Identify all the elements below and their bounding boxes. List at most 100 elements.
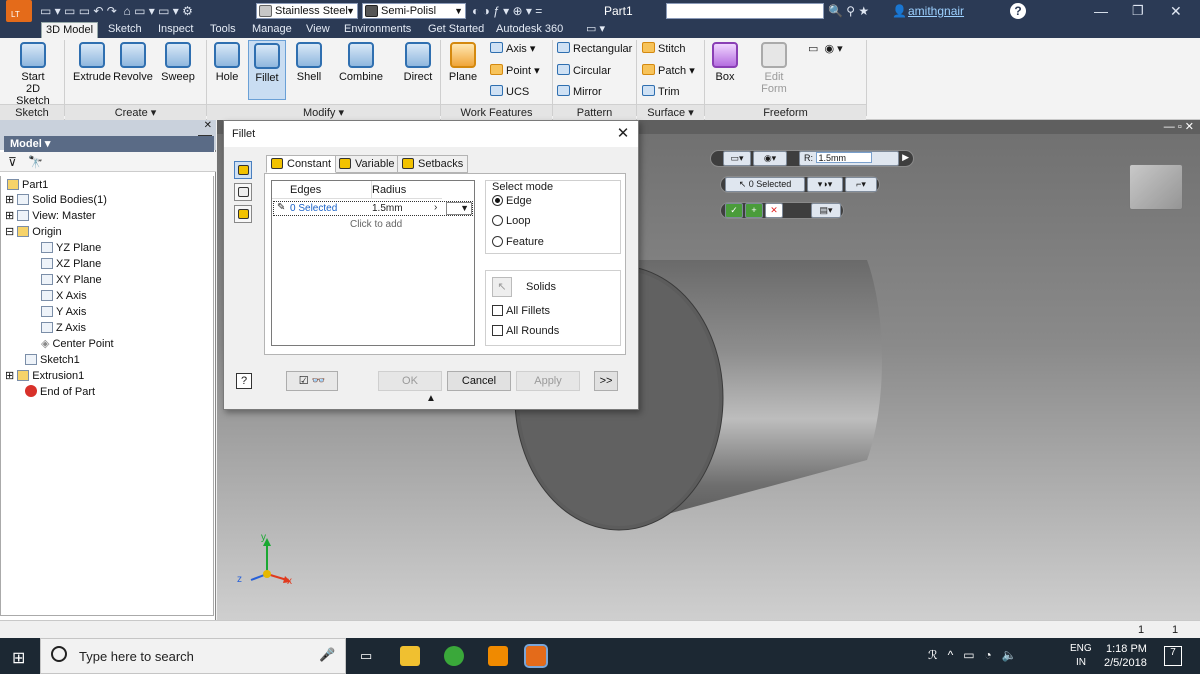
clock-time[interactable]: 1:18 PM (1106, 643, 1147, 655)
tree-item-sketch1[interactable]: Sketch1 (25, 353, 80, 368)
expand-arrow-icon[interactable]: › (434, 202, 437, 213)
tree-item-y-axis[interactable]: Y Axis (41, 305, 86, 320)
ok-button[interactable]: OK (378, 371, 442, 391)
tree-item-yz-plane[interactable]: YZ Plane (41, 241, 101, 256)
tree-item-origin[interactable]: ⊟ Origin (5, 225, 62, 240)
patch-button[interactable]: Patch ▾ (642, 64, 695, 78)
find-icon[interactable]: 🔭 (28, 155, 43, 169)
mode-loop-radio[interactable]: Loop (492, 215, 530, 227)
fillet-button[interactable]: Fillet (248, 40, 286, 100)
point-button[interactable]: Point ▾ (490, 64, 540, 78)
tree-item-end-of-part[interactable]: End of Part (25, 385, 95, 400)
trim-button[interactable]: Trim (642, 85, 680, 99)
viewcube[interactable] (1129, 164, 1183, 210)
sweep-button[interactable]: Sweep (158, 42, 198, 83)
file-explorer-icon[interactable] (400, 646, 420, 666)
language-indicator[interactable]: ENG (1070, 643, 1092, 654)
tree-item-view-master[interactable]: ⊞ View: Master (5, 209, 96, 224)
tab-autodesk-360[interactable]: Autodesk 360 (492, 22, 567, 38)
preview-toggle[interactable]: ☑ 👓 (286, 371, 338, 391)
rectangular-pattern-button[interactable]: Rectangular (557, 42, 632, 56)
inventor-icon[interactable] (524, 644, 548, 668)
tree-item-part1[interactable]: Part1 (7, 178, 48, 193)
mirror-button[interactable]: Mirror (557, 85, 602, 99)
mini-setback-dropdown[interactable]: ⌐▾ (845, 177, 877, 192)
tree-item-extrusion1[interactable]: ⊞ Extrusion1 (5, 369, 84, 384)
task-view-icon[interactable]: ▭ (360, 648, 372, 664)
notification-center-icon[interactable]: 7 (1164, 646, 1182, 666)
tree-item-xy-plane[interactable]: XY Plane (41, 273, 102, 288)
fillet-face-type-icon[interactable] (234, 183, 252, 201)
search-icons[interactable]: 🔍 ⚲ ★ (828, 3, 869, 19)
tab-constant[interactable]: Constant (266, 155, 337, 173)
mini-selected-button[interactable]: ↖ 0 Selected (725, 177, 805, 192)
click-to-add[interactable]: Click to add (350, 219, 402, 230)
app-menu-button[interactable]: LT (6, 0, 32, 22)
tab-inspect[interactable]: Inspect (154, 22, 197, 38)
axis-button[interactable]: Axis ▾ (490, 42, 535, 56)
help-search-input[interactable] (666, 3, 824, 19)
edge-color-dropdown[interactable]: ▼ (446, 202, 472, 215)
stitch-button[interactable]: Stitch (642, 42, 686, 56)
apply-button[interactable]: Apply (516, 371, 580, 391)
expand-arrow-icon[interactable]: ▶ (902, 152, 909, 163)
user-name[interactable]: amithgnair (908, 3, 964, 19)
material-dropdown[interactable]: Stainless Steel ▼ (256, 3, 358, 19)
mini-radius-input[interactable]: 1.5mm (815, 152, 872, 163)
ribbon-options-icon[interactable]: ▭ ▾ (582, 22, 609, 38)
tree-item-x-axis[interactable]: X Axis (41, 289, 87, 304)
tab-variable[interactable]: Variable (334, 155, 400, 173)
box-button[interactable]: Box (708, 42, 742, 83)
all-fillets-checkbox[interactable]: All Fillets (492, 305, 550, 317)
mode-feature-radio[interactable]: Feature (492, 236, 544, 248)
tree-item-center-point[interactable]: ◈ Center Point (41, 337, 114, 352)
start-sketch-button[interactable]: Start 2D Sketch (8, 42, 58, 107)
utorrent-icon[interactable] (444, 646, 464, 666)
minimize-button[interactable]: — (1094, 3, 1108, 19)
tab-tools[interactable]: Tools (206, 22, 240, 38)
appearance-dropdown[interactable]: Semi-Polisl ▼ (362, 3, 466, 19)
group-label-surface[interactable]: Surface ▾ (637, 104, 704, 120)
direct-button[interactable]: Direct (398, 42, 438, 83)
model-browser-title[interactable]: Model ▾ (4, 136, 214, 152)
tab-setbacks[interactable]: Setbacks (397, 155, 469, 173)
mode-edge-radio[interactable]: Edge (492, 195, 532, 207)
shell-button[interactable]: Shell (290, 42, 328, 83)
clock-date[interactable]: 2/5/2018 (1104, 657, 1147, 669)
region-indicator[interactable]: IN (1076, 657, 1086, 668)
fillet-edge-type-icon[interactable] (234, 161, 252, 179)
mini-cancel-button[interactable]: ✕ (765, 203, 783, 218)
taskbar-search[interactable]: Type here to search 🎤 (40, 638, 346, 674)
group-label-modify[interactable]: Modify ▾ (207, 104, 440, 120)
help-icon[interactable]: ? (236, 373, 252, 389)
restore-button[interactable]: ❐ (1132, 3, 1144, 19)
tab-3d-model[interactable]: 3D Model (41, 22, 99, 38)
tree-item-z-axis[interactable]: Z Axis (41, 321, 86, 336)
tab-view[interactable]: View (302, 22, 334, 38)
mini-apply-button[interactable]: + (745, 203, 763, 218)
filter-icon[interactable]: ⊽ (8, 155, 17, 169)
mini-menu-dropdown[interactable]: ▤▾ (811, 203, 841, 218)
edge-set-row[interactable]: ✎ 0 Selected 1.5mm › ▼ (273, 201, 473, 216)
edges-selected-value[interactable]: 0 Selected (290, 203, 337, 214)
extrude-button[interactable]: Extrude (72, 42, 112, 83)
browser-close-icon[interactable]: ✕ (204, 120, 212, 131)
dialog-close-button[interactable]: ✕ (614, 125, 632, 143)
function-icons[interactable]: ◐ ◑ ƒ ▾ ⊕ ▾ = (472, 3, 542, 19)
group-label-create[interactable]: Create ▾ (65, 104, 206, 120)
tab-get-started[interactable]: Get Started (424, 22, 488, 38)
plane-button[interactable]: Plane (444, 42, 482, 83)
tab-environments[interactable]: Environments (340, 22, 415, 38)
fillet-full-round-icon[interactable] (234, 205, 252, 223)
mini-ok-button[interactable]: ✓ (725, 203, 743, 218)
ucs-button[interactable]: UCS (490, 85, 529, 99)
add-dropdown[interactable]: ◉▾ (753, 151, 787, 166)
combine-button[interactable]: Combine (336, 42, 386, 83)
revolve-button[interactable]: Revolve (113, 42, 153, 83)
quick-access-icons[interactable]: ▭ ▾ ▭ ▭ ↶ ↷ ⌂ ▭ ▾ ▭ ▾ ⚙ (40, 3, 193, 19)
collapse-arrow-icon[interactable]: ▲ (426, 393, 436, 404)
more-options-button[interactable]: >> (594, 371, 618, 391)
tree-item-xz-plane[interactable]: XZ Plane (41, 257, 101, 272)
cancel-button[interactable]: Cancel (447, 371, 511, 391)
edit-form-button[interactable]: Edit Form (754, 42, 794, 95)
